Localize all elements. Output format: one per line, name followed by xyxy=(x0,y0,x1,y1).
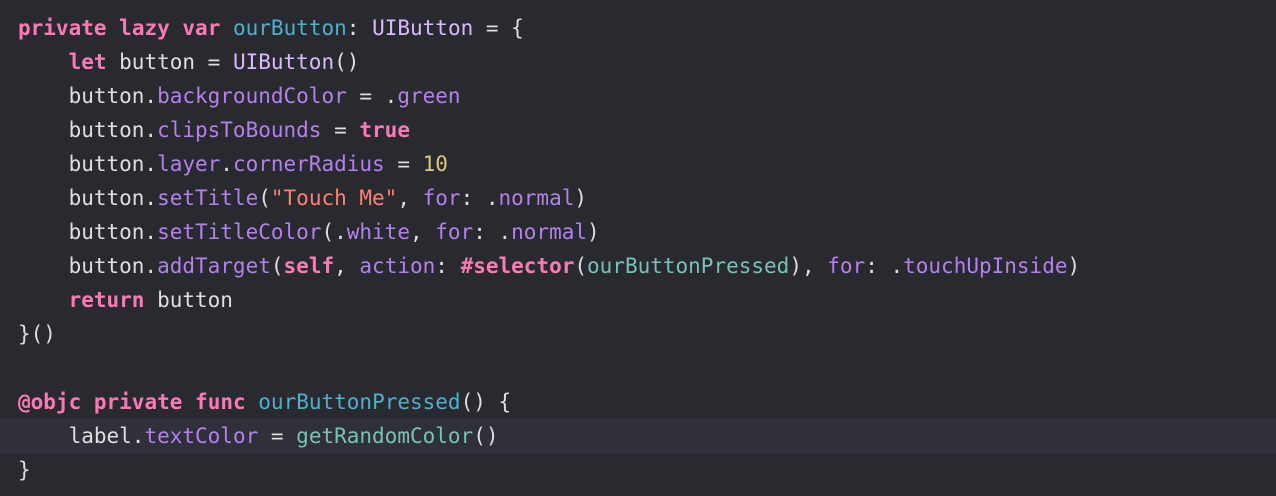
code-line[interactable]: button.addTarget(self, action: #selector… xyxy=(0,249,1276,283)
code-token-member: action xyxy=(359,254,436,278)
code-token-plain: : . xyxy=(865,254,904,278)
code-token-keyword: func xyxy=(195,390,246,414)
code-token-plain: button xyxy=(144,288,233,312)
code-token-plain: ( xyxy=(574,254,588,278)
code-token-plain: , xyxy=(397,186,423,210)
code-token-keyword: var xyxy=(182,16,221,40)
code-token-keyword: return xyxy=(68,288,145,312)
code-token-member: normal xyxy=(511,220,587,244)
code-token-plain: button. xyxy=(18,118,158,142)
code-token-plain: () { xyxy=(460,390,512,414)
code-line[interactable]: button.layer.cornerRadius = 10 xyxy=(0,147,1276,181)
code-token-decl: ourButtonPressed xyxy=(258,390,461,414)
code-token-keyword: #selector xyxy=(460,254,575,278)
code-token-plain: () xyxy=(334,50,360,74)
code-token-plain: = xyxy=(384,152,423,176)
code-token-member: for xyxy=(435,220,474,244)
code-token-plain: } xyxy=(18,458,31,482)
code-token-number: 10 xyxy=(422,152,448,176)
code-token-plain: : . xyxy=(460,186,499,210)
code-token-plain: , xyxy=(334,254,360,278)
code-token-member: addTarget xyxy=(157,254,271,278)
code-line[interactable]: button.backgroundColor = .green xyxy=(0,79,1276,113)
code-token-plain: : xyxy=(346,16,373,40)
code-token-keyword: lazy xyxy=(119,16,170,40)
code-token-keyword: true xyxy=(359,118,410,142)
code-line[interactable]: return button xyxy=(0,283,1276,317)
code-token-plain: ) xyxy=(587,220,600,244)
code-line-current[interactable]: label.textColor = getRandomColor() xyxy=(0,419,1276,453)
code-token-member: for xyxy=(827,254,866,278)
code-token-plain: = xyxy=(321,118,360,142)
code-token-keyword: private xyxy=(18,16,107,40)
code-token-plain: = { xyxy=(473,16,524,40)
code-token-keyword: self xyxy=(283,254,335,278)
code-line[interactable]: }() xyxy=(0,317,1276,351)
code-line[interactable]: button.setTitleColor(.white, for: .norma… xyxy=(0,215,1276,249)
code-token-decl: ourButton xyxy=(233,16,347,40)
code-line[interactable]: @objc private func ourButtonPressed() { xyxy=(0,385,1276,419)
code-line[interactable] xyxy=(0,351,1276,385)
code-token-member: clipsToBounds xyxy=(157,118,322,142)
code-token-plain: button. xyxy=(18,220,158,244)
code-token-member: green xyxy=(397,84,461,108)
code-token-member: backgroundColor xyxy=(157,84,347,108)
code-line[interactable]: } xyxy=(0,453,1276,487)
code-token-plain: ) xyxy=(574,186,588,210)
code-token-string: "Touch Me" xyxy=(270,186,398,210)
code-line[interactable]: button.setTitle("Touch Me", for: .normal… xyxy=(0,181,1276,215)
code-token-type: UIButton xyxy=(372,16,474,40)
code-editor[interactable]: private lazy var ourButton: UIButton = {… xyxy=(0,0,1276,496)
code-token-project: ourButtonPressed xyxy=(587,254,790,278)
code-token-plain: button. xyxy=(18,84,158,108)
code-token-keyword: let xyxy=(68,50,107,74)
code-token-member: cornerRadius xyxy=(232,152,385,176)
code-token-plain: button. xyxy=(18,152,158,176)
code-token-member: touchUpInside xyxy=(903,254,1068,278)
code-token-plain: ( xyxy=(258,186,271,210)
code-token-plain: () xyxy=(473,424,499,448)
code-token-plain: button = xyxy=(106,50,233,74)
code-token-keyword: private xyxy=(93,390,183,414)
code-line[interactable]: button.clipsToBounds = true xyxy=(0,113,1276,147)
code-token-member: white xyxy=(346,220,410,244)
code-token-plain: button. xyxy=(18,254,158,278)
code-token-member: normal xyxy=(498,186,575,210)
code-token-plain: = xyxy=(258,424,297,448)
code-line[interactable]: let button = UIButton() xyxy=(0,45,1276,79)
code-token-member: setTitleColor xyxy=(157,220,322,244)
code-token-type: UIButton xyxy=(232,50,335,74)
code-token-project: getRandomColor xyxy=(296,424,474,448)
code-token-plain: ) xyxy=(1067,254,1081,278)
code-token-plain: label. xyxy=(18,424,145,448)
code-token-member: textColor xyxy=(144,424,259,448)
code-token-plain: : xyxy=(435,254,461,278)
code-token-member: for xyxy=(422,186,461,210)
code-token-plain: }() xyxy=(18,322,56,346)
code-token-plain: = . xyxy=(346,84,398,108)
code-token-member: layer xyxy=(157,152,221,176)
code-token-keyword: @objc xyxy=(18,390,82,414)
code-token-plain: ), xyxy=(789,254,828,278)
code-token-member: setTitle xyxy=(157,186,259,210)
code-line[interactable]: private lazy var ourButton: UIButton = { xyxy=(0,11,1276,45)
code-token-plain: (. xyxy=(321,220,347,244)
code-token-plain: : . xyxy=(473,220,512,244)
code-token-plain: ( xyxy=(270,254,284,278)
code-token-plain: , xyxy=(409,220,436,244)
code-token-plain: . xyxy=(220,152,233,176)
code-token-plain: button. xyxy=(18,186,158,210)
